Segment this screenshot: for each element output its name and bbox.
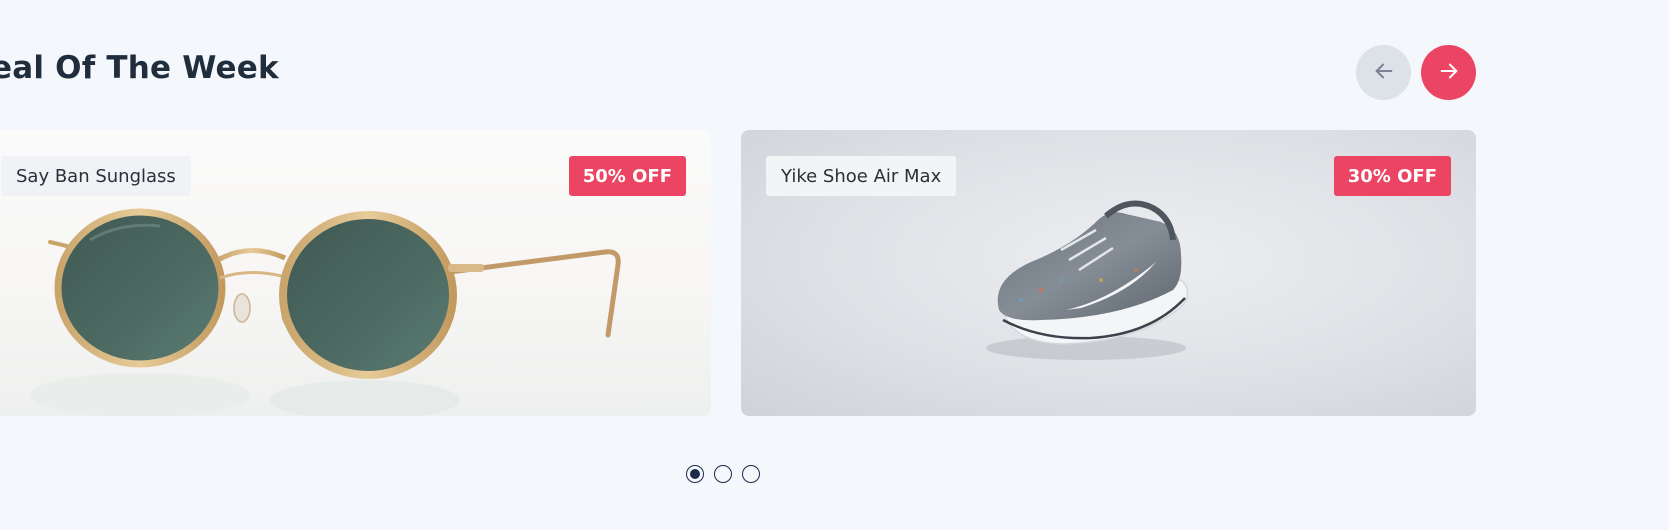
carousel-pagination: [686, 465, 760, 483]
product-card-sunglass[interactable]: Say Ban Sunglass 50% OFF: [0, 130, 711, 416]
arrow-right-icon: [1438, 60, 1460, 85]
product-card-shoe[interactable]: Yike Shoe Air Max 30% OFF: [741, 130, 1476, 416]
pagination-dot[interactable]: [714, 465, 732, 483]
product-name: Say Ban Sunglass: [1, 156, 191, 196]
pagination-dot[interactable]: [742, 465, 760, 483]
discount-badge: 50% OFF: [568, 156, 686, 196]
discount-badge: 30% OFF: [1333, 156, 1451, 196]
carousel-prev-button[interactable]: [1356, 45, 1411, 100]
product-name: Yike Shoe Air Max: [766, 156, 957, 196]
section-title: eal Of The Week: [0, 50, 279, 86]
pagination-dot[interactable]: [686, 465, 704, 483]
deal-of-the-week-section: eal Of The Week Say Ban Sunglass 50% OFF…: [0, 0, 1669, 530]
arrow-left-icon: [1373, 60, 1395, 85]
carousel-next-button[interactable]: [1421, 45, 1476, 100]
